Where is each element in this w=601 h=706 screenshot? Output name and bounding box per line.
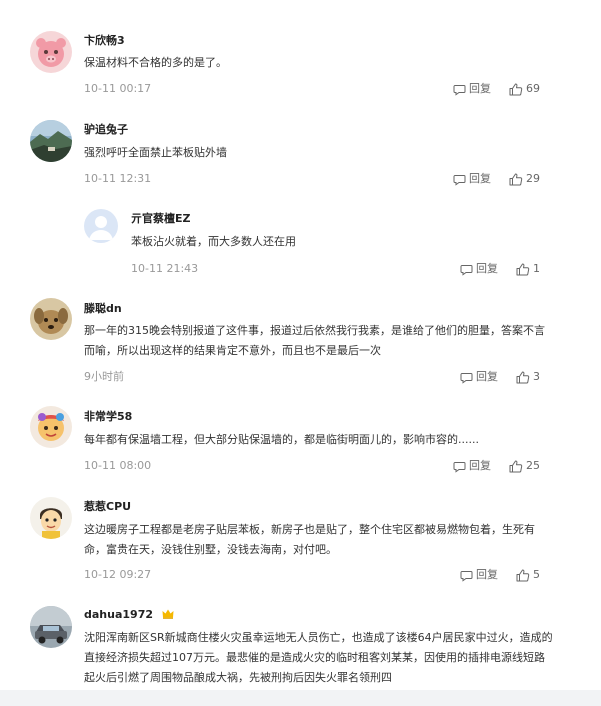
comment-author[interactable]: 惹惹CPU <box>84 500 131 514</box>
comment-author[interactable]: 非常学58 <box>84 410 132 424</box>
avatar[interactable] <box>30 606 72 648</box>
reply-button[interactable]: 回复 <box>453 82 491 96</box>
like-button[interactable]: 5 <box>516 568 540 582</box>
comment-text: 沈阳浑南新区SR新城商住楼火灾虽幸运地无人员伤亡，也造成了该楼64户居民家中过火… <box>84 631 553 684</box>
comment-time: 10-11 00:17 <box>84 82 152 95</box>
comment-text: 苯板沾火就着，而大多数人还在用 <box>131 235 296 248</box>
avatar[interactable] <box>30 406 72 448</box>
comment-time: 9小时前 <box>84 370 124 383</box>
comment-feed: 卞欣畅3 保温材料不合格的多的是了。 10-11 00:17 回复 69 驴追兔… <box>0 0 601 706</box>
reply-label: 回复 <box>476 568 498 581</box>
thumbs-up-icon <box>516 569 530 581</box>
comment-author-row: dahua1972 <box>84 608 174 622</box>
colorful-cartoon-avatar-icon <box>30 406 72 448</box>
reply-label: 回复 <box>476 370 498 383</box>
reply-button[interactable]: 回复 <box>460 568 498 582</box>
comment-bubble-icon <box>453 84 466 96</box>
landscape-photo-avatar-icon <box>30 120 72 162</box>
comment-text: 这边暖房子工程都是老房子贴层苯板，新房子也是贴了，整个住宅区都被易燃物包着，生死… <box>84 523 535 556</box>
comment-bubble-icon <box>460 372 473 384</box>
reply-label: 回复 <box>469 82 491 95</box>
like-count: 1 <box>533 262 540 275</box>
comment-time: 10-11 08:00 <box>84 459 152 472</box>
reply-button[interactable]: 回复 <box>453 172 491 186</box>
default-user-avatar-icon <box>84 209 118 243</box>
comment-author[interactable]: 驴追兔子 <box>84 123 128 137</box>
comment-bubble-icon <box>453 174 466 186</box>
avatar[interactable] <box>30 497 72 539</box>
comment-text: 每年都有保温墙工程，但大部分贴保温墙的，都是临街明面儿的，影响市容的...... <box>84 433 479 446</box>
cartoon-character-avatar-icon <box>30 497 72 539</box>
comment-bubble-icon <box>460 570 473 582</box>
comment-author[interactable]: dahua1972 <box>84 608 153 621</box>
like-count: 3 <box>533 370 540 383</box>
reply-button[interactable]: 回复 <box>453 459 491 473</box>
comment-bubble-icon <box>460 264 473 276</box>
bottom-bar <box>0 690 601 706</box>
comment-author[interactable]: 滕聪dn <box>84 302 122 316</box>
thumbs-up-icon <box>509 173 523 185</box>
reply-button[interactable]: 回复 <box>460 262 498 276</box>
comment-text: 保温材料不合格的多的是了。 <box>84 56 227 69</box>
like-button[interactable]: 29 <box>509 172 540 186</box>
like-button[interactable]: 3 <box>516 370 540 384</box>
comment-bubble-icon <box>453 461 466 473</box>
avatar[interactable] <box>30 298 72 340</box>
like-count: 29 <box>526 172 540 185</box>
thumbs-up-icon <box>516 263 530 275</box>
like-count: 69 <box>526 82 540 95</box>
avatar[interactable] <box>30 31 72 73</box>
like-count: 5 <box>533 568 540 581</box>
dog-photo-avatar-icon <box>30 298 72 340</box>
like-button[interactable]: 25 <box>509 459 540 473</box>
comment-text: 那一年的315晚会特别报道了这件事，报道过后依然我行我素，是谁给了他们的胆量，答… <box>84 324 545 357</box>
reply-button[interactable]: 回复 <box>460 370 498 384</box>
like-button[interactable]: 1 <box>516 262 540 276</box>
thumbs-up-icon <box>509 83 523 95</box>
car-photo-avatar-icon <box>30 606 72 648</box>
thumbs-up-icon <box>516 371 530 383</box>
comment-author[interactable]: 亓官蔡檀EZ <box>131 212 191 226</box>
reply-label: 回复 <box>469 459 491 472</box>
avatar[interactable] <box>84 209 118 243</box>
like-button[interactable]: 69 <box>509 82 540 96</box>
comment-time: 10-12 09:27 <box>84 568 152 581</box>
gold-crown-icon <box>162 609 174 619</box>
reply-label: 回复 <box>476 262 498 275</box>
comment-author[interactable]: 卞欣畅3 <box>84 34 125 48</box>
like-count: 25 <box>526 459 540 472</box>
comment-time: 10-11 21:43 <box>131 262 199 275</box>
avatar[interactable] <box>30 120 72 162</box>
thumbs-up-icon <box>509 460 523 472</box>
pink-cartoon-animal-avatar-icon <box>30 31 72 73</box>
comment-text: 强烈呼吁全面禁止苯板贴外墙 <box>84 146 227 159</box>
comment-time: 10-11 12:31 <box>84 172 152 185</box>
reply-label: 回复 <box>469 172 491 185</box>
